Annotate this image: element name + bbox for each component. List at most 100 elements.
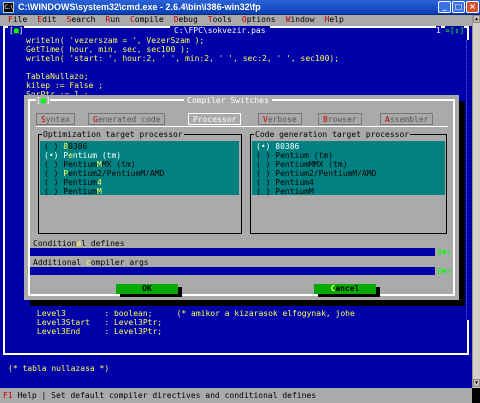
radio-label: Pentium2/PentiumM/AMD [275,169,377,178]
radio-label: Pentium [63,178,97,187]
radio-label: PentiumMMX (tm) [275,160,348,169]
label-text: Condition [33,239,77,248]
editor-window-number: 1 [436,26,441,35]
menu-item-run[interactable]: Run [97,15,121,26]
radio-option[interactable]: ( ) Pentium4 [256,178,314,187]
radio-mark-icon[interactable]: (•) [256,142,275,151]
compiler-args-label: Additional compiler args [33,258,149,267]
compiler-args-input[interactable] [30,267,435,275]
menu-label-rest: elp [329,15,344,24]
tab-assembler[interactable]: Assembler [380,113,434,125]
editor-vertical-scrollbar[interactable] [466,40,472,320]
cancel-button[interactable]: Cancel [314,284,376,294]
radio-label: 80386 [275,142,300,151]
radio-option[interactable]: ( ) Pentium2/PentiumM/AMD [44,169,164,178]
radio-mark-icon[interactable]: ( ) [256,187,275,196]
code-line[interactable]: GetTime( hour, min, sec, sec100 ); [26,45,190,54]
radio-label: entium2/PentiumM/AMD [68,169,165,178]
radio-hotkey: M [96,187,102,196]
status-bar: F1 Help | Set default compiler directive… [0,388,472,403]
scroll-up-arrow-icon[interactable]: ▲ [473,15,480,23]
radio-mark-icon[interactable]: ( ) [44,187,63,196]
menu-label-rest: un [110,15,120,24]
close-button[interactable]: × [466,1,479,13]
dialog-title: Compiler Switches [184,96,272,105]
radio-mark-icon[interactable]: ( ) [44,169,63,178]
radio-option[interactable]: ( ) PentiumMMX (tm) [44,160,136,169]
menu-item-debug[interactable]: Debug [166,15,200,26]
radio-option[interactable]: ( ) PentiumMMX (tm) [256,160,348,169]
window-title-bar[interactable]: C:\ C:\WINDOWS\system32\cmd.exe - 2.6.4\… [0,0,480,15]
radio-option[interactable]: ( ) Pentium4 [44,178,102,187]
radio-mark-icon[interactable]: ( ) [44,142,63,151]
minimize-button[interactable]: _ [438,1,451,13]
tab-processor[interactable]: Processor [188,113,242,125]
radio-option[interactable]: ( ) PentiumM [256,187,314,196]
code-line[interactable]: Level3Start : Level3Ptr; [8,318,162,327]
tab-verbose[interactable]: Verbose [258,113,302,125]
ok-button[interactable]: OK [116,284,178,294]
menu-item-compile[interactable]: Compile [122,15,166,26]
radio-label: MX (tm) [101,160,136,169]
editor-close-box[interactable]: [■] [8,26,25,35]
code-line[interactable]: Level3 : boolean; (* amikor a kizarasok … [8,309,355,318]
radio-option[interactable]: ( ) Pentium2/PentiumM/AMD [256,169,376,178]
tab-label-rest: enerated code [97,115,161,124]
menu-label-rest: earch [71,15,96,24]
label-text: ompiler args [90,258,149,267]
radio-mark-icon[interactable]: ( ) [44,178,63,187]
code-line[interactable]: writeln( 'vezerszam = ', VezerSzam ); [26,36,204,45]
editor-resize-arrows-icon[interactable]: =[↕] [445,26,465,35]
radio-mark-icon[interactable]: ( ) [256,151,275,160]
radio-label: ntium (tm) [72,151,122,160]
menu-item-tools[interactable]: Tools [200,15,234,26]
radio-label: 0386 [68,142,88,151]
radio-mark-icon[interactable]: ( ) [256,178,275,187]
code-comment-line: (* tabla nullazasa *) [8,364,110,373]
dialog-close-box[interactable]: [■] [36,96,51,105]
console-scrollbar[interactable]: ▲ ▼ [472,15,480,388]
tab-syntax[interactable]: Syntax [36,113,75,125]
label-text: l defines [81,239,125,248]
radio-mark-icon[interactable]: ( ) [256,169,275,178]
code-line[interactable]: writeln( 'start: ', hour:2, ' ', min:2, … [26,54,339,63]
radio-option[interactable]: ( ) Pentium (tm) [256,151,333,160]
radio-option[interactable]: (•) Pentium (tm) [44,151,121,160]
conditional-defines-label: Conditional defines [33,239,125,248]
compiler-args-history-icon[interactable]: 0▼↑ [437,267,452,276]
tabs-divider [36,126,448,127]
radio-mark-icon[interactable]: ( ) [256,160,275,169]
console-icon: C:\ [3,2,14,13]
conditional-defines-input[interactable] [30,248,435,256]
menu-item-help[interactable]: Help [317,15,346,26]
tab-label-rest: Processor [193,115,237,124]
conditional-defines-history-icon[interactable]: 0▼↑ [437,248,452,257]
window-title: C:\WINDOWS\system32\cmd.exe - 2.6.4\bin\… [18,2,261,12]
radio-option[interactable]: ( ) 80386 [44,142,87,151]
tab-browser[interactable]: Browser [318,113,362,125]
radio-option[interactable]: ( ) PentiumM [44,187,102,196]
radio-mark-icon[interactable]: ( ) [44,160,63,169]
menu-bar: File Edit Search Run Compile Debug Tools Option… [0,15,472,26]
scroll-down-arrow-icon[interactable]: ▼ [473,379,480,387]
radio-mark-icon[interactable]: (•) [44,151,63,160]
optimization-target-label: Optimization target processor [42,130,184,139]
menu-label-rest: ile [12,15,28,24]
status-hotkey[interactable]: F1 [3,391,13,400]
menu-item-search[interactable]: Search [59,15,98,26]
menu-item-options[interactable]: Options [234,15,278,26]
tab-label-rest: yntax [45,115,70,124]
tab-generated-code[interactable]: Generated code [88,113,166,125]
radio-option[interactable]: (•) 80386 [256,142,299,151]
menu-label-rest: ompile [134,15,164,24]
code-line[interactable]: kilep := False ; [26,81,103,90]
status-text: Help | Set default compiler directives a… [12,391,317,400]
code-line[interactable]: TablaNullazo; [26,72,89,81]
maximize-button[interactable]: □ [452,1,465,13]
menu-item-file[interactable]: File [0,15,29,26]
menu-item-edit[interactable]: Edit [29,15,58,26]
menu-item-window[interactable]: Window [278,15,317,26]
menu-label-rest: indow [290,15,315,24]
code-line[interactable]: Level3End : Level3Ptr; [8,327,162,336]
editor-title: C:\FPC\sokvezir.pas [170,26,270,35]
